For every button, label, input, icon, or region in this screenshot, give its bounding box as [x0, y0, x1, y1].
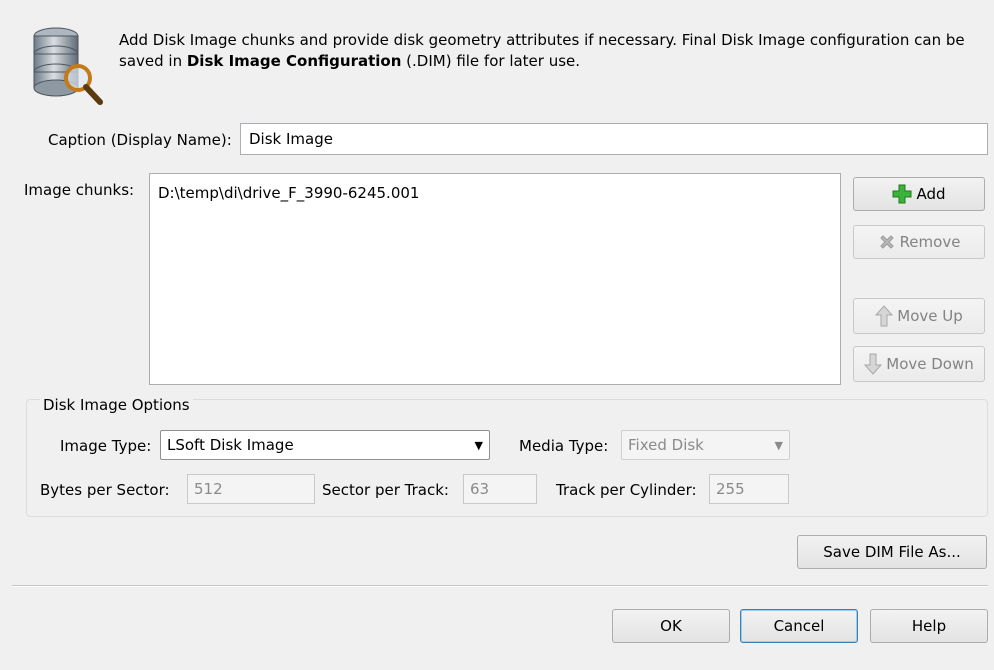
arrow-down-icon — [864, 353, 883, 375]
ok-button[interactable]: OK — [612, 609, 730, 643]
intro-bold-text: Disk Image Configuration — [186, 52, 402, 70]
image-chunks-label: Image chunks: — [24, 181, 135, 199]
sector-per-track-field[interactable]: 63 — [463, 474, 537, 504]
intro-text: Add Disk Image chunks and provide disk g… — [119, 31, 965, 70]
move-up-button[interactable]: Move Up — [853, 298, 985, 334]
list-item[interactable]: D:\temp\di\drive_F_3990-6245.001 — [150, 174, 419, 202]
help-button[interactable]: Help — [870, 609, 988, 643]
remove-button[interactable]: Remove — [853, 225, 985, 259]
cancel-button[interactable]: Cancel — [740, 609, 858, 643]
sector-per-track-label: Sector per Track: — [322, 481, 449, 499]
bytes-per-sector-label: Bytes per Sector: — [40, 481, 170, 499]
arrow-up-icon — [875, 305, 894, 327]
bytes-per-sector-field[interactable]: 512 — [187, 474, 315, 504]
track-per-cylinder-label: Track per Cylinder: — [556, 481, 697, 499]
disk-image-options-title: Disk Image Options — [40, 396, 193, 414]
move-down-button[interactable]: Move Down — [853, 346, 985, 382]
media-type-label: Media Type: — [519, 437, 609, 455]
caption-label: Caption (Display Name): — [48, 131, 232, 149]
dropdown-arrow-icon: ▼ — [774, 438, 783, 452]
save-dim-file-button[interactable]: Save DIM File As... — [797, 535, 987, 569]
database-search-icon — [30, 24, 106, 108]
media-type-select[interactable]: Fixed Disk ▼ — [621, 430, 790, 460]
image-type-select[interactable]: LSoft Disk Image ▼ — [160, 430, 490, 460]
caption-input[interactable]: Disk Image — [240, 123, 988, 155]
image-chunks-list[interactable]: D:\temp\di\drive_F_3990-6245.001 — [149, 173, 841, 385]
remove-x-icon — [878, 233, 896, 251]
add-button[interactable]: Add — [853, 177, 985, 211]
track-per-cylinder-field[interactable]: 255 — [709, 474, 789, 504]
dropdown-arrow-icon: ▼ — [474, 438, 483, 452]
divider — [12, 585, 988, 587]
plus-icon — [892, 184, 912, 204]
image-type-label: Image Type: — [60, 437, 152, 455]
